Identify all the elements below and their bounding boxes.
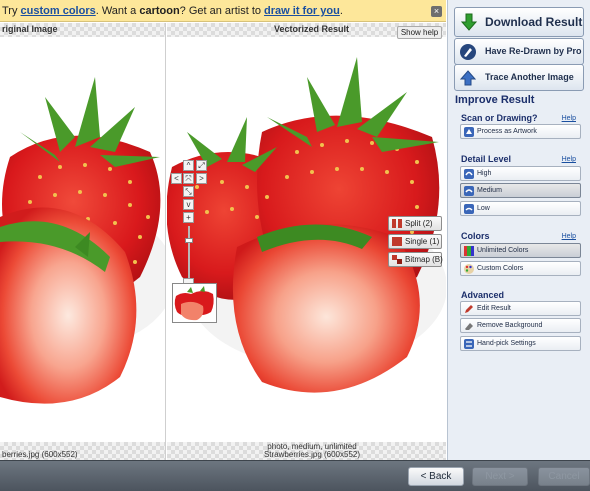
result-filename: Strawberries.jpg (600x552): [263, 450, 361, 459]
sidebar: Download Result Have Re-Drawn by Pro Tra…: [447, 0, 590, 460]
custom-colors-option[interactable]: Custom Colors: [460, 261, 581, 276]
split-view-button[interactable]: Split (2): [388, 216, 442, 231]
unlimited-colors-label: Unlimited Colors: [477, 247, 529, 254]
original-strawberry-image: [0, 77, 165, 404]
back-button[interactable]: < Back: [408, 467, 464, 486]
artwork-icon: [464, 127, 474, 137]
zoom-slider-track[interactable]: [188, 226, 190, 281]
pan-left-button[interactable]: <: [171, 173, 182, 184]
download-arrow-icon: [459, 12, 478, 31]
detail-low-label: Low: [477, 205, 490, 212]
zoom-in-button[interactable]: +: [183, 212, 194, 223]
remove-background-button[interactable]: Remove Background: [460, 318, 581, 333]
pan-up-button[interactable]: ^: [183, 160, 194, 171]
bitmap-view-button[interactable]: Bitmap (B): [388, 252, 443, 267]
detail-medium-option[interactable]: Medium: [460, 183, 581, 198]
single-view-button[interactable]: Single (1): [388, 234, 442, 249]
promo-text-pre: Try: [2, 5, 21, 17]
single-view-icon: [392, 237, 402, 247]
promo-text-mid2: ? Get an artist to: [179, 5, 265, 17]
fit-icon[interactable]: ⤧: [183, 173, 194, 184]
trace-another-label: Trace Another Image: [485, 72, 574, 82]
process-as-artwork-button[interactable]: Process as Artwork: [460, 124, 581, 139]
unlimited-colors-option[interactable]: Unlimited Colors: [460, 243, 581, 258]
pen-icon: [459, 43, 477, 61]
thumbnail-image: [174, 286, 214, 321]
have-redrawn-button[interactable]: Have Re-Drawn by Pro: [454, 38, 584, 65]
detail-high-icon: [464, 169, 474, 179]
vectorized-result-pane[interactable]: Vectorized Result Show help ^ ⤢ < ⤧ > ⤡ …: [167, 23, 446, 460]
original-image-pane[interactable]: riginal Image berries.jpg (600x552): [0, 23, 166, 460]
next-button[interactable]: Next >: [472, 467, 528, 486]
color-bars-icon: [464, 246, 474, 256]
detail-medium-label: Medium: [477, 187, 502, 194]
edit-result-button[interactable]: Edit Result: [460, 301, 581, 316]
scan-help-link[interactable]: Help: [562, 115, 576, 122]
hand-pick-settings-label: Hand-pick Settings: [477, 340, 536, 347]
detail-level-heading: Detail Level: [461, 154, 512, 164]
promo-banner: Try custom colors. Want a cartoon? Get a…: [0, 0, 446, 22]
wizard-navbar: < Back Next > Cancel: [0, 460, 590, 491]
zoom-slider-handle[interactable]: [185, 238, 193, 243]
expand-icon[interactable]: ⤢: [196, 160, 207, 171]
colors-help-link[interactable]: Help: [562, 233, 576, 240]
vectorizer-window: Try custom colors. Want a cartoon? Get a…: [0, 0, 590, 491]
download-result-button[interactable]: Download Result: [454, 7, 584, 37]
navigator-thumbnail[interactable]: [172, 283, 217, 323]
sliders-icon: [464, 339, 474, 349]
edit-result-label: Edit Result: [477, 305, 511, 312]
advanced-heading: Advanced: [461, 290, 505, 300]
have-redrawn-label: Have Re-Drawn by Pro: [485, 46, 582, 56]
custom-colors-label: Custom Colors: [477, 265, 524, 272]
original-filename: berries.jpg (600x552): [2, 450, 78, 459]
remove-background-label: Remove Background: [477, 322, 543, 329]
custom-colors-link[interactable]: custom colors: [21, 5, 96, 17]
bitmap-view-label: Bitmap (B): [405, 255, 443, 264]
split-view-label: Split (2): [405, 219, 433, 228]
bitmap-view-icon: [392, 255, 402, 265]
promo-text-end: .: [339, 5, 343, 17]
colors-heading: Colors: [461, 231, 490, 241]
draw-it-for-you-link[interactable]: draw it for you: [264, 5, 340, 17]
original-image-caption: riginal Image: [2, 24, 58, 34]
shrink-icon[interactable]: ⤡: [183, 186, 194, 197]
cancel-button[interactable]: Cancel: [538, 467, 590, 486]
trace-another-button[interactable]: Trace Another Image: [454, 64, 584, 91]
detail-help-link[interactable]: Help: [562, 156, 576, 163]
pan-right-button[interactable]: >: [196, 173, 207, 184]
split-view-icon: [392, 219, 402, 229]
scan-drawing-heading: Scan or Drawing?: [461, 113, 538, 123]
detail-low-option[interactable]: Low: [460, 201, 581, 216]
palette-icon: [464, 264, 474, 274]
upload-arrow-icon: [459, 69, 477, 87]
download-result-label: Download Result: [485, 15, 583, 29]
improve-result-heading: Improve Result: [455, 94, 535, 106]
promo-text-mid: . Want a: [95, 5, 140, 17]
detail-low-icon: [464, 204, 474, 214]
promo-cartoon: cartoon: [139, 5, 180, 17]
single-view-label: Single (1): [405, 237, 440, 246]
detail-high-option[interactable]: High: [460, 166, 581, 181]
hand-pick-settings-button[interactable]: Hand-pick Settings: [460, 336, 581, 351]
process-as-artwork-label: Process as Artwork: [477, 128, 537, 135]
eraser-icon: [464, 321, 474, 331]
detail-medium-icon: [464, 186, 474, 196]
close-icon[interactable]: ×: [431, 6, 442, 17]
detail-high-label: High: [477, 170, 492, 177]
vectorized-result-caption: Vectorized Result: [274, 24, 350, 34]
pan-down-button[interactable]: v: [183, 199, 194, 210]
pencil-icon: [464, 304, 474, 314]
